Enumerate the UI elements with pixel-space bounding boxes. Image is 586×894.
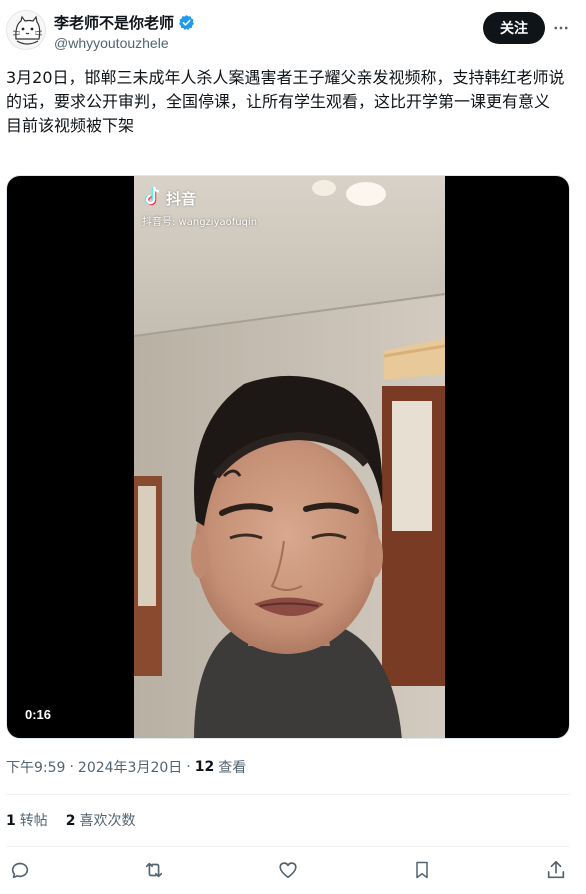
reply-icon[interactable] — [6, 856, 34, 884]
tweet-text: 3月20日，邯郸三未成年人杀人案遇害者王子耀父亲发视频称，支持韩红老师说的话，要… — [6, 68, 565, 135]
tweet-meta: 下午9:59 · 2024年3月20日 · 12 查看 — [6, 757, 246, 777]
retweet-icon[interactable] — [140, 856, 168, 884]
divider — [6, 794, 570, 795]
divider — [6, 846, 570, 847]
verified-badge-icon — [178, 14, 195, 31]
video-frame[interactable]: 抖音 抖音号: wangziyaofuqin — [134, 176, 445, 738]
tiktok-watermark: 抖音 — [144, 186, 196, 210]
tiktok-logo-icon — [144, 186, 162, 210]
handle[interactable]: @whyyoutouzhele — [54, 35, 169, 51]
meta-separator: · — [69, 759, 74, 775]
tiktok-user-id: 抖音号: wangziyaofuqin — [142, 217, 258, 228]
avatar[interactable] — [6, 10, 46, 50]
retweets-count: 1 — [6, 813, 16, 829]
meta-separator: · — [186, 759, 191, 775]
tweet-stats: 1 转帖 2 喜欢次数 — [6, 810, 136, 830]
likes-label: 喜欢次数 — [79, 813, 136, 829]
share-icon[interactable] — [542, 856, 570, 884]
video-player[interactable]: 抖音 抖音号: wangziyaofuqin 0:16 — [6, 175, 570, 739]
retweets-label: 转帖 — [19, 813, 48, 829]
more-icon[interactable] — [549, 16, 573, 40]
like-icon[interactable] — [274, 856, 302, 884]
name-row: 李老师不是你老师 — [54, 12, 195, 33]
tiktok-app-name: 抖音 — [166, 189, 197, 208]
tweet-time[interactable]: 下午9:59 — [6, 757, 65, 777]
tweet-date[interactable]: 2024年3月20日 — [78, 757, 182, 777]
views-label: 查看 — [218, 760, 247, 776]
display-name[interactable]: 李老师不是你老师 — [54, 12, 174, 33]
retweets-stat[interactable]: 1 转帖 — [6, 810, 48, 830]
follow-button[interactable]: 关注 — [483, 12, 545, 44]
views-count: 12 — [194, 759, 215, 775]
likes-count: 2 — [65, 813, 76, 829]
tweet-header: 李老师不是你老师 @whyyoutouzhele 关注 — [0, 0, 586, 60]
action-bar — [0, 856, 586, 886]
video-duration: 0:16 — [21, 705, 56, 724]
likes-stat[interactable]: 2 喜欢次数 — [66, 810, 136, 830]
bookmark-icon[interactable] — [408, 856, 436, 884]
